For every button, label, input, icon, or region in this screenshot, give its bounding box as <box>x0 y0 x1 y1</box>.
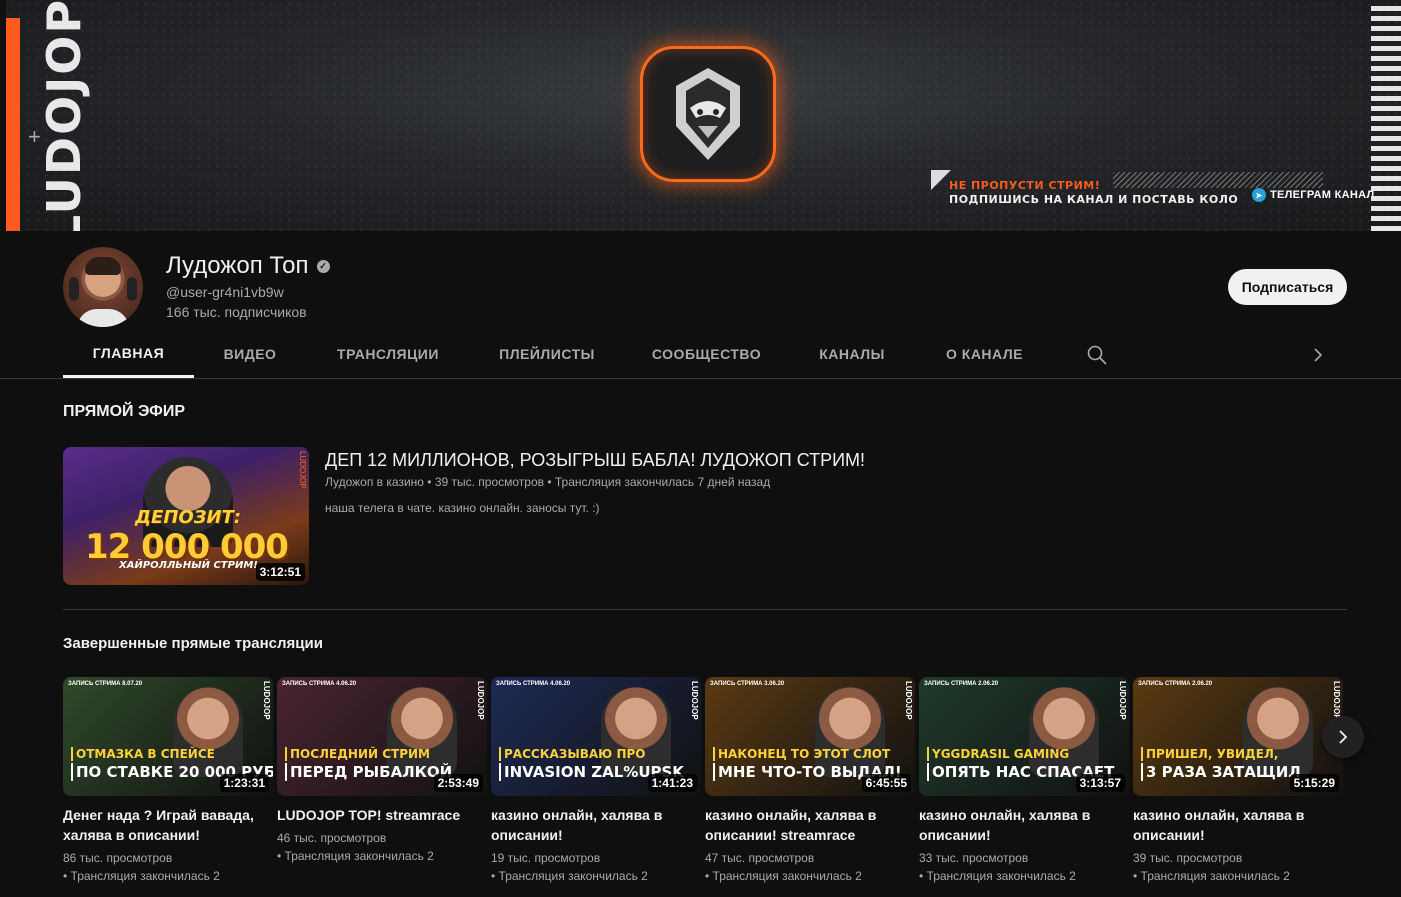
search-icon[interactable] <box>1086 344 1108 366</box>
telegram-icon: ➤ <box>1252 188 1266 202</box>
chevron-right-icon <box>1339 730 1348 744</box>
video-meta: • Трансляция закончилась 2 <box>491 869 648 883</box>
tab-videos[interactable]: ВИДЕО <box>206 330 294 378</box>
video-thumbnail[interactable]: ЗАПИСЬ СТРИМА 8.07.20 LUDOJOP ОТМАЗКА В СП… <box>63 677 273 796</box>
video-thumbnail[interactable]: ЗАПИСЬ СТРИМА 2.06.20 LUDOJOP ПРИШЕЛ, УВИД… <box>1133 677 1343 796</box>
tab-community[interactable]: СООБЩЕСТВО <box>641 330 772 378</box>
banner-stripes <box>1371 6 1401 231</box>
video-duration: 5:15:29 <box>1289 774 1339 792</box>
video-views: 33 тыс. просмотров <box>919 851 1029 865</box>
video-card[interactable]: ЗАПИСЬ СТРИМА 2.06.20 LUDOJOP ПРИШЕЛ, УВИД… <box>1133 677 1343 883</box>
video-duration: 1:23:31 <box>219 774 269 792</box>
channel-name: Лудожоп Топ ✓ <box>166 252 330 280</box>
tab-playlists[interactable]: ПЛЕЙЛИСТЫ <box>486 330 608 378</box>
video-title[interactable]: казино онлайн, халява в описании! <box>1133 805 1343 845</box>
video-thumbnail[interactable]: ЗАПИСЬ СТРИМА 4.06.20 LUDOJOP ПОСЛЕДНИЙ СТ… <box>277 677 487 796</box>
live-video-thumbnail[interactable]: LUDOJOP ДЕПОЗИТ: 12 000 000 ХАЙРОЛЛЬНЫЙ … <box>63 447 309 585</box>
section-divider <box>63 609 1347 610</box>
video-views: 19 тыс. просмотров <box>491 851 601 865</box>
video-title[interactable]: LUDOJOP TOP! streamrace <box>277 805 487 825</box>
tab-channels[interactable]: КАНАЛЫ <box>806 330 898 378</box>
video-card[interactable]: ЗАПИСЬ СТРИМА 8.07.20 LUDOJOP ОТМАЗКА В СП… <box>63 677 273 883</box>
video-views: 47 тыс. просмотров <box>705 851 815 865</box>
completed-section-heading: Завершенные прямые трансляции <box>63 635 323 652</box>
tab-about[interactable]: О КАНАЛЕ <box>933 330 1036 378</box>
video-duration: 2:53:49 <box>433 774 483 792</box>
video-card[interactable]: ЗАПИСЬ СТРИМА 4.06.20 LUDOJOP РАССКАЗЫВАЮ … <box>491 677 701 883</box>
channel-banner: LUDOJOP + НЕ ПРОПУСТИ СТРИМ! ПОДПИШИСЬ Н… <box>6 0 1401 231</box>
video-duration: 1:41:23 <box>647 774 697 792</box>
video-duration: 3:12:51 <box>255 563 305 581</box>
video-card[interactable]: ЗАПИСЬ СТРИМА 4.06.20 LUDOJOP ПОСЛЕДНИЙ СТ… <box>277 677 487 863</box>
video-duration: 6:45:55 <box>861 774 911 792</box>
video-card[interactable]: ЗАПИСЬ СТРИМА 3.06.20 LUDOJOP НАКОНЕЦ ТО Э… <box>705 677 915 883</box>
video-views: 39 тыс. просмотров <box>1133 851 1243 865</box>
live-section-heading: ПРЯМОЙ ЭФИР <box>63 403 185 420</box>
video-views: 46 тыс. просмотров <box>277 831 387 845</box>
hooded-mask-icon <box>640 46 776 182</box>
banner-telegram-link[interactable]: ➤ ТЕЛЕГРАМ КАНАЛ <box>1252 188 1374 202</box>
video-meta: • Трансляция закончилась 2 <box>705 869 862 883</box>
video-title[interactable]: казино онлайн, халява в описании! <box>491 805 701 845</box>
video-card[interactable]: ЗАПИСЬ СТРИМА 2.06.20 LUDOJOP YGGDRASIL GA… <box>919 677 1129 883</box>
video-title[interactable]: казино онлайн, халява в описании! stream… <box>705 805 915 845</box>
tab-live[interactable]: ТРАНСЛЯЦИИ <box>324 330 452 378</box>
video-thumbnail[interactable]: ЗАПИСЬ СТРИМА 2.06.20 LUDOJOP YGGDRASIL GA… <box>919 677 1129 796</box>
video-title[interactable]: казино онлайн, халява в описании! <box>919 805 1129 845</box>
banner-logo: LUDOJOP <box>37 0 91 231</box>
video-meta: • Трансляция закончилась 2 <box>919 869 1076 883</box>
live-video-description: наша телега в чате. казино онлайн. занос… <box>325 501 600 515</box>
subscribe-button[interactable]: Подписаться <box>1228 269 1347 305</box>
video-meta: • Трансляция закончилась 2 <box>277 849 434 863</box>
channel-handle: @user-gr4ni1vb9w <box>166 284 284 300</box>
live-video-title[interactable]: ДЕП 12 МИЛЛИОНОВ, РОЗЫГРЫШ БАБЛА! ЛУДОЖО… <box>325 450 865 471</box>
plus-icon: + <box>28 124 41 149</box>
video-meta: • Трансляция закончилась 2 <box>1133 869 1290 883</box>
video-views: 86 тыс. просмотров <box>63 851 173 865</box>
video-meta: • Трансляция закончилась 2 <box>63 869 220 883</box>
video-title[interactable]: Денег нада ? Играй вавада, халява в опис… <box>63 805 273 845</box>
channel-tabs: ГЛАВНАЯ ВИДЕО ТРАНСЛЯЦИИ ПЛЕЙЛИСТЫ СООБЩ… <box>0 330 1401 379</box>
banner-accent-bar <box>6 18 20 231</box>
promo-line-1: НЕ ПРОПУСТИ СТРИМ! <box>949 179 1101 192</box>
video-thumbnail[interactable]: ЗАПИСЬ СТРИМА 3.06.20 LUDOJOP НАКОНЕЦ ТО Э… <box>705 677 915 796</box>
subscriber-count: 166 тыс. подписчиков <box>166 304 307 320</box>
live-video-meta: Лудожоп в казино • 39 тыс. просмотров • … <box>325 475 771 489</box>
promo-line-2: ПОДПИШИСЬ НА КАНАЛ И ПОСТАВЬ КОЛО <box>949 193 1239 206</box>
video-duration: 3:13:57 <box>1075 774 1125 792</box>
video-thumbnail[interactable]: ЗАПИСЬ СТРИМА 4.06.20 LUDOJOP РАССКАЗЫВАЮ … <box>491 677 701 796</box>
channel-avatar[interactable] <box>63 247 143 327</box>
tab-home[interactable]: ГЛАВНАЯ <box>63 330 194 378</box>
verified-check-icon: ✓ <box>316 259 330 273</box>
chevron-right-icon[interactable] <box>1308 344 1328 366</box>
carousel-next-button[interactable] <box>1322 716 1364 758</box>
